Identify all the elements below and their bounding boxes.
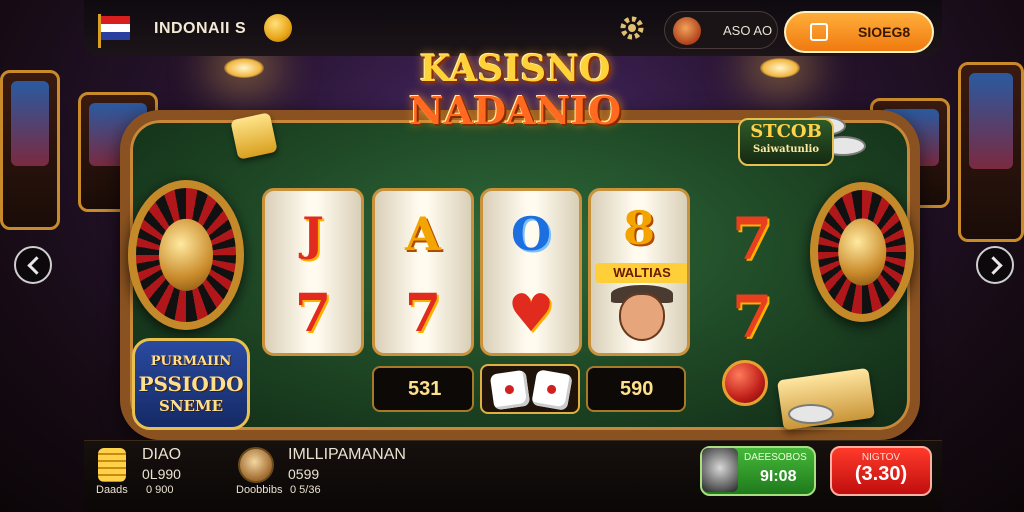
- player2-name: IMLLIPAMANAN: [288, 446, 406, 463]
- ceiling-lamp-right: [760, 58, 800, 78]
- prev-arrow-button[interactable]: [14, 246, 52, 284]
- bet-value-right[interactable]: 590: [586, 366, 686, 412]
- red-ball-icon: [722, 360, 768, 406]
- title-line-1: KASISNO: [419, 48, 611, 90]
- reel-symbol: O: [510, 207, 552, 261]
- player-avatar[interactable]: [238, 447, 274, 483]
- promo-badge-left-line2: PSSIODO: [138, 372, 244, 396]
- player2-sub-value: 0 5/36: [290, 484, 321, 496]
- compass-icon: [810, 23, 828, 41]
- reel-symbol: 7: [404, 283, 442, 344]
- promo-badge-right-line2: Saiwatunlio: [752, 144, 819, 155]
- coin-icon[interactable]: [264, 14, 292, 42]
- red-button-value: (3.30): [854, 463, 908, 485]
- reel-symbol: ♥: [507, 283, 555, 344]
- promo-badge-left-line3: SNEME: [158, 397, 223, 415]
- coins-icon: [98, 448, 126, 482]
- reel-1: J 7: [262, 188, 364, 356]
- account-label: ASO AO: [723, 23, 773, 38]
- promo-badge-right-line1: STCOB: [750, 121, 822, 142]
- reel-symbol: 7: [294, 283, 332, 344]
- reel-symbol: J: [302, 207, 324, 261]
- red-action-button[interactable]: NIGTOV (3.30): [830, 446, 932, 496]
- roll-dice-button[interactable]: [480, 364, 580, 414]
- game-screen: INDONAII S ASO AO SIOEG8 KASISNO NADANIO…: [0, 0, 1024, 512]
- roulette-wheel-right: [810, 182, 914, 322]
- die-icon: [489, 369, 531, 411]
- bet-left-value: 531: [408, 378, 442, 400]
- avatar: [673, 17, 701, 45]
- die-icon: [531, 369, 573, 411]
- player1-name: DIAO: [142, 446, 182, 463]
- chip-stack: [788, 404, 834, 424]
- promo-badge-left[interactable]: PURMAIIN PSSIODO SNEME: [132, 338, 250, 430]
- flag-icon[interactable]: [92, 10, 136, 50]
- player1-sub-label: Daads: [96, 484, 128, 496]
- reel-4: 8 WALTIAS: [588, 188, 690, 356]
- player1-sub-value: 0 900: [146, 484, 174, 496]
- wolf-icon: [702, 448, 738, 492]
- reel-ribbon-label: WALTIAS: [595, 263, 687, 283]
- gear-icon[interactable]: [618, 14, 646, 42]
- promo-badge-left-line1: PURMAIIN: [150, 354, 232, 369]
- game-title: KASISNO NADANIO: [390, 48, 640, 132]
- title-line-2: NADANIO: [408, 88, 622, 133]
- promo-badge-right[interactable]: STCOB Saiwatunlio: [738, 118, 834, 166]
- green-button-value: 9I:08: [760, 468, 797, 485]
- country-label: INDONAII S: [154, 20, 247, 37]
- roulette-wheel-left: [128, 180, 244, 330]
- bet-value-left[interactable]: 531: [372, 366, 474, 412]
- reel-3: O ♥: [480, 188, 582, 356]
- ceiling-lamp-left: [224, 58, 264, 78]
- next-arrow-button[interactable]: [976, 246, 1014, 284]
- bet-right-value: 590: [620, 378, 654, 400]
- account-pill[interactable]: ASO AO: [664, 11, 778, 49]
- green-button-label: DAEESOBOS: [744, 452, 807, 463]
- player1-amount: 0L990: [142, 466, 181, 482]
- dice-decoration: [230, 112, 278, 160]
- primary-action-button[interactable]: SIOEG8: [784, 11, 934, 53]
- player2-sub-label: Doobbibs: [236, 484, 283, 496]
- reel-symbol: 7: [731, 283, 773, 351]
- reel-symbol: A: [405, 207, 441, 261]
- reel-symbol: 8: [622, 201, 655, 255]
- primary-action-label: SIOEG8: [858, 24, 911, 40]
- extra-symbol-column: 7 7: [712, 200, 792, 356]
- background-slot-machine: [958, 62, 1024, 242]
- reel-2: A 7: [372, 188, 474, 356]
- character-face-icon: [619, 293, 665, 341]
- player2-amount: 0599: [288, 466, 320, 482]
- background-slot-machine: [0, 70, 60, 230]
- reel-symbol: 7: [731, 205, 773, 273]
- red-button-label: NIGTOV: [861, 452, 901, 463]
